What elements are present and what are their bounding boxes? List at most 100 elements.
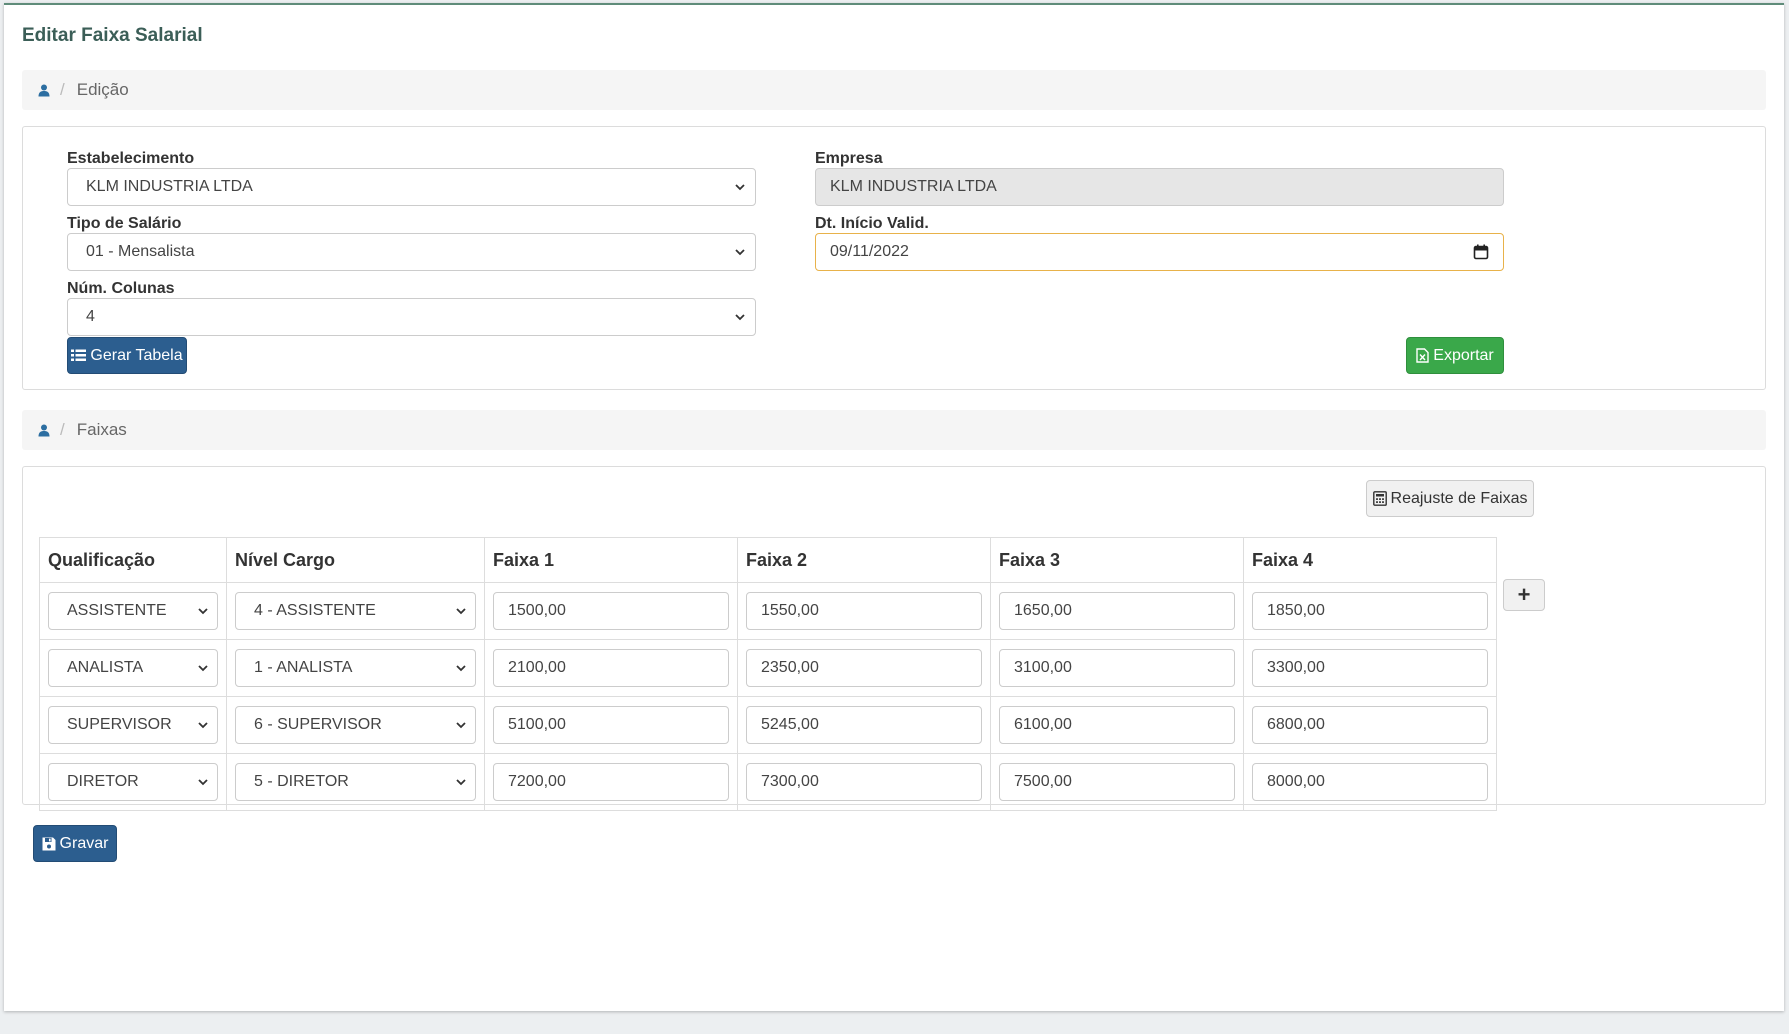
save-icon — [42, 837, 56, 850]
chevron-down-icon — [456, 722, 466, 729]
user-icon — [38, 424, 50, 437]
nivel-cargo-select[interactable]: 4 - ASSISTENTE — [235, 592, 476, 630]
faixas-table: Qualificação Nível Cargo Faixa 1 Faixa 2… — [39, 537, 1497, 811]
faixa-3-input[interactable]: 1650,00 — [999, 592, 1235, 630]
chevron-down-icon — [456, 779, 466, 786]
exportar-label: Exportar — [1433, 346, 1494, 364]
faixa-value: 7500,00 — [1014, 773, 1072, 790]
nivel-cargo-select[interactable]: 5 - DIRETOR — [235, 763, 476, 801]
faixa-4-input[interactable]: 1850,00 — [1252, 592, 1488, 630]
chevron-down-icon — [735, 184, 745, 191]
faixa-2-input[interactable]: 1550,00 — [746, 592, 982, 630]
num-colunas-select[interactable]: 4 — [67, 298, 756, 336]
chevron-down-icon — [198, 722, 208, 729]
faixa-2-input[interactable]: 2350,00 — [746, 649, 982, 687]
edit-form-panel: Estabelecimento KLM INDUSTRIA LTDA Tipo … — [22, 126, 1766, 390]
nivel-cargo-select[interactable]: 1 - ANALISTA — [235, 649, 476, 687]
list-icon — [71, 349, 87, 361]
dt-inicio-label: Dt. Início Valid. — [815, 215, 929, 232]
faixa-1-input[interactable]: 7200,00 — [493, 763, 729, 801]
nivel-cargo-value: 1 - ANALISTA — [254, 659, 353, 676]
faixa-2-input[interactable]: 5245,00 — [746, 706, 982, 744]
qualificacao-value: DIRETOR — [67, 773, 139, 790]
estabelecimento-select[interactable]: KLM INDUSTRIA LTDA — [67, 168, 756, 206]
empresa-label: Empresa — [815, 150, 883, 167]
reajuste-faixas-button[interactable]: Reajuste de Faixas — [1366, 480, 1534, 517]
file-excel-icon — [1416, 348, 1429, 363]
breadcrumb-label: Faixas — [76, 420, 127, 439]
dt-inicio-value: 09/11/2022 — [830, 243, 909, 260]
faixa-1-input[interactable]: 1500,00 — [493, 592, 729, 630]
gravar-button[interactable]: Gravar — [33, 825, 117, 862]
qualificacao-select[interactable]: SUPERVISOR — [48, 706, 218, 744]
faixa-3-input[interactable]: 3100,00 — [999, 649, 1235, 687]
num-colunas-value: 4 — [86, 308, 95, 325]
table-row: SUPERVISOR 6 - SUPERVISOR 5100,00 5245,0… — [39, 696, 1497, 754]
chevron-down-icon — [198, 608, 208, 615]
reajuste-label: Reajuste de Faixas — [1390, 489, 1528, 507]
table-row: ANALISTA 1 - ANALISTA 2100,00 2350,00 31… — [39, 639, 1497, 697]
faixa-value: 5100,00 — [508, 716, 566, 733]
faixa-4-input[interactable]: 6800,00 — [1252, 706, 1488, 744]
tipo-salario-value: 01 - Mensalista — [86, 243, 195, 260]
nivel-cargo-select[interactable]: 6 - SUPERVISOR — [235, 706, 476, 744]
chevron-down-icon — [456, 608, 466, 615]
faixa-value: 8000,00 — [1267, 773, 1325, 790]
table-row: DIRETOR 5 - DIRETOR 7200,00 7300,00 7500… — [39, 753, 1497, 811]
col-header-faixa-4: Faixa 4 — [1243, 537, 1497, 583]
breadcrumb-edicao: / Edição — [22, 70, 1766, 110]
estabelecimento-label: Estabelecimento — [67, 150, 195, 167]
faixa-1-input[interactable]: 2100,00 — [493, 649, 729, 687]
col-header-nivel-cargo: Nível Cargo — [226, 537, 485, 583]
exportar-button[interactable]: Exportar — [1406, 337, 1504, 374]
dt-inicio-date-input[interactable]: 09/11/2022 — [815, 233, 1504, 271]
faixa-value: 5245,00 — [761, 716, 819, 733]
chevron-down-icon — [456, 665, 466, 672]
faixa-value: 6100,00 — [1014, 716, 1072, 733]
faixa-value: 1500,00 — [508, 602, 566, 619]
tipo-salario-select[interactable]: 01 - Mensalista — [67, 233, 756, 271]
faixa-4-input[interactable]: 8000,00 — [1252, 763, 1488, 801]
col-header-faixa-3: Faixa 3 — [990, 537, 1244, 583]
faixa-value: 6800,00 — [1267, 716, 1325, 733]
col-header-faixa-2: Faixa 2 — [737, 537, 991, 583]
breadcrumb-label: Edição — [76, 80, 129, 99]
gravar-label: Gravar — [59, 834, 109, 852]
faixa-value: 3100,00 — [1014, 659, 1072, 676]
chevron-down-icon — [198, 779, 208, 786]
faixa-3-input[interactable]: 6100,00 — [999, 706, 1235, 744]
faixa-2-input[interactable]: 7300,00 — [746, 763, 982, 801]
faixa-value: 2350,00 — [761, 659, 819, 676]
chevron-down-icon — [198, 665, 208, 672]
estabelecimento-value: KLM INDUSTRIA LTDA — [86, 178, 253, 195]
plus-icon: + — [1517, 582, 1531, 607]
calendar-icon[interactable] — [1473, 244, 1489, 260]
empresa-field: KLM INDUSTRIA LTDA — [815, 168, 1504, 206]
faixa-1-input[interactable]: 5100,00 — [493, 706, 729, 744]
table-header-row: Qualificação Nível Cargo Faixa 1 Faixa 2… — [39, 537, 1497, 583]
qualificacao-select[interactable]: DIRETOR — [48, 763, 218, 801]
col-header-faixa-1: Faixa 1 — [484, 537, 738, 583]
user-icon — [38, 84, 50, 97]
page-container: Editar Faixa Salarial / Edição Estabelec… — [4, 3, 1784, 1011]
faixa-value: 3300,00 — [1267, 659, 1325, 676]
nivel-cargo-value: 4 - ASSISTENTE — [254, 602, 376, 619]
chevron-down-icon — [735, 314, 745, 321]
add-row-button[interactable]: + — [1503, 579, 1545, 611]
qualificacao-select[interactable]: ANALISTA — [48, 649, 218, 687]
nivel-cargo-value: 5 - DIRETOR — [254, 773, 349, 790]
faixa-3-input[interactable]: 7500,00 — [999, 763, 1235, 801]
faixa-value: 7200,00 — [508, 773, 566, 790]
faixa-value: 1850,00 — [1267, 602, 1325, 619]
qualificacao-select[interactable]: ASSISTENTE — [48, 592, 218, 630]
breadcrumb-separator: / — [60, 80, 65, 99]
faixas-panel: Reajuste de Faixas Qualificação Nível Ca… — [22, 466, 1766, 811]
gerar-tabela-button[interactable]: Gerar Tabela — [67, 337, 187, 374]
chevron-down-icon — [735, 249, 745, 256]
faixa-value: 1650,00 — [1014, 602, 1072, 619]
faixa-value: 1550,00 — [761, 602, 819, 619]
faixa-value: 2100,00 — [508, 659, 566, 676]
nivel-cargo-value: 6 - SUPERVISOR — [254, 716, 382, 733]
gerar-tabela-label: Gerar Tabela — [90, 346, 183, 364]
faixa-4-input[interactable]: 3300,00 — [1252, 649, 1488, 687]
